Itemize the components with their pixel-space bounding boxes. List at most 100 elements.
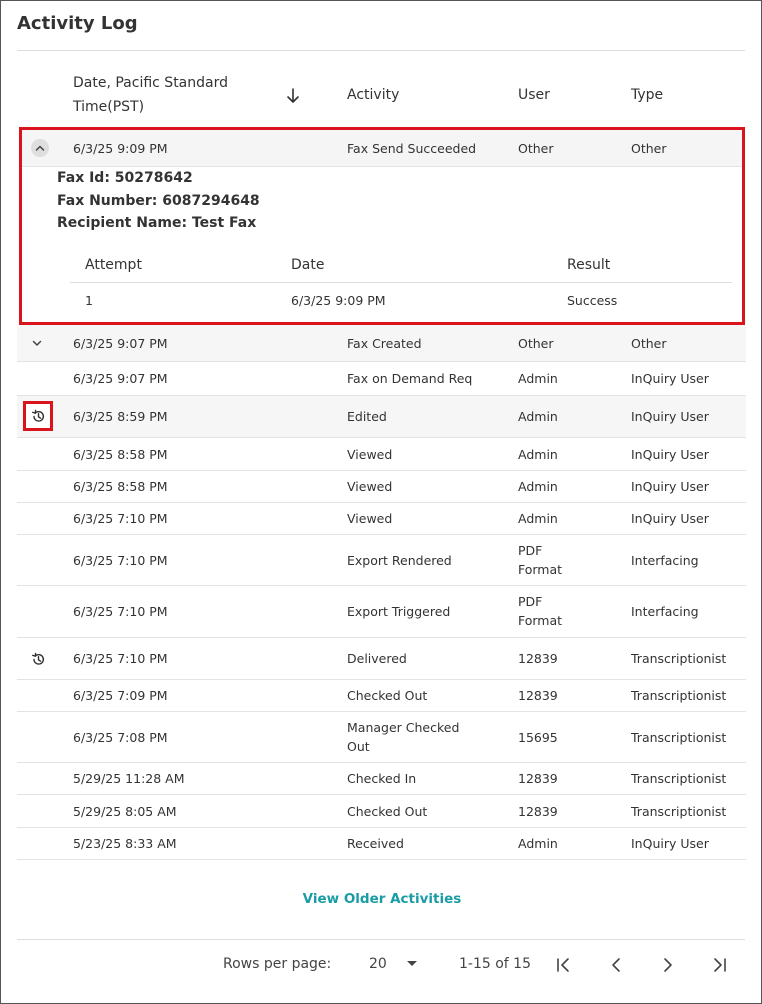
row-activity-line2: Out [347,738,370,754]
row-user: PDF [518,594,543,609]
chevron-down-icon[interactable] [31,337,43,349]
row-date: 6/3/25 8:59 PM [73,409,168,424]
dropdown-arrow-icon[interactable] [405,959,419,969]
activity-log-panel: Activity Log Date, Pacific Standard Time… [0,0,762,1004]
row-date: 6/3/25 7:10 PM [73,651,168,666]
rows-per-page-label: Rows per page: [223,956,332,972]
row-user: 12839 [518,651,558,666]
row-user: Admin [518,836,558,851]
sub-row-attempt: 1 [85,293,93,308]
page-range: 1-15 of 15 [459,956,531,972]
expanded-activity: Fax Send Succeeded [347,141,477,156]
row-type: Interfacing [631,552,699,568]
row-type: InQuiry User [631,371,709,386]
column-header-type[interactable]: Type [631,87,663,103]
row-type: InQuiry User [631,446,709,462]
row-type: Interfacing [631,604,699,619]
title-divider [17,50,745,51]
row-date: 5/29/25 8:05 AM [73,803,177,819]
row-date: 5/29/25 11:28 AM [73,771,185,786]
row-type: InQuiry User [631,511,709,526]
row-activity: Manager Checked [347,719,460,735]
row-type: Other [631,335,667,351]
expanded-type: Other [631,141,667,156]
row-type: Transcriptionist [631,729,727,745]
fax-number: Fax Number: 6087294648 [57,193,260,209]
row-date: 6/3/25 9:07 PM [73,371,168,386]
row-activity: Checked In [347,771,417,786]
fax-id: Fax Id: 50278642 [57,170,193,186]
expanded-user: Other [518,141,554,156]
view-older-activities-link[interactable]: View Older Activities [1,891,762,907]
expanded-row: 6/3/25 9:09 PM Fax Send Succeeded Other … [19,127,745,325]
row-type: Transcriptionist [631,688,727,703]
table-row[interactable]: 6/3/25 8:59 PM Edited Admin InQuiry User [17,396,746,438]
table-row[interactable]: 6/3/25 7:10 PM Viewed Admin InQuiry User [17,503,746,535]
row-user: 12839 [518,803,558,819]
table-row[interactable]: 6/3/25 7:09 PM Checked Out 12839 Transcript… [17,680,746,712]
footer-divider [17,939,745,940]
row-date: 6/3/25 7:10 PM [73,511,168,526]
row-activity: Viewed [347,511,393,526]
row-date: 6/3/25 7:09 PM [73,688,168,703]
table-row[interactable]: 6/3/25 7:10 PM Delivered 12839 Transcriptio… [17,638,746,680]
table-row[interactable]: 6/3/25 7:10 PM Export Rendered PDF Format In… [17,535,746,586]
row-user: Other [518,335,554,351]
first-page-icon[interactable] [555,957,573,973]
row-user: 15695 [518,729,558,745]
chevron-up-icon[interactable] [31,139,49,157]
column-header-user[interactable]: User [518,87,550,103]
row-date: 6/3/25 8:58 PM [73,446,168,462]
row-type: Transcriptionist [631,651,727,666]
table-row[interactable]: 5/23/25 8:33 AM Received Admin InQuiry User [17,828,746,860]
history-icon[interactable] [31,652,46,667]
row-activity: Export Triggered [347,604,451,619]
row-user: Admin [518,371,558,386]
row-activity: Received [347,836,404,851]
expanded-date: 6/3/25 9:09 PM [73,141,168,156]
table-row[interactable]: 6/3/25 9:07 PM Fax Created Other Other [17,325,746,362]
sub-row-date: 6/3/25 9:09 PM [291,293,386,308]
row-activity: Fax on Demand Req [347,371,473,386]
expanded-row-header[interactable]: 6/3/25 9:09 PM Fax Send Succeeded Other … [22,130,742,167]
sort-desc-icon[interactable] [285,87,301,105]
sub-row-result: Success [567,293,618,308]
table-row[interactable]: 6/3/25 8:58 PM Viewed Admin InQuiry User [17,471,746,503]
row-activity: Viewed [347,479,393,494]
row-user: Admin [518,409,558,424]
table-row[interactable]: 6/3/25 7:08 PM Manager Checked Out 15695 Tra… [17,712,746,763]
row-user: 12839 [518,771,558,786]
next-page-icon[interactable] [660,957,676,973]
row-type: InQuiry User [631,409,709,424]
table-row[interactable]: 6/3/25 9:07 PM Fax on Demand Req Admin InQu… [17,362,746,396]
rows-per-page-value[interactable]: 20 [369,956,387,972]
table-row[interactable]: 6/3/25 7:10 PM Export Triggered PDF Format I… [17,586,746,638]
sub-column-result: Result [567,257,611,273]
last-page-icon[interactable] [710,957,728,973]
history-icon-highlight[interactable] [23,401,53,431]
row-type: InQuiry User [631,479,709,494]
row-activity: Checked Out [347,688,428,703]
previous-page-icon[interactable] [608,957,624,973]
page-title: Activity Log [17,13,138,34]
row-date: 6/3/25 7:10 PM [73,552,168,568]
row-activity: Delivered [347,651,407,666]
column-header-date-line2[interactable]: Time(PST) [73,99,144,115]
rows-per-page-select[interactable]: 20 [369,956,387,972]
row-user: 12839 [518,688,558,703]
column-header-date[interactable]: Date, Pacific Standard [73,75,228,91]
history-icon[interactable] [31,409,46,424]
row-date: 6/3/25 9:07 PM [73,335,168,351]
row-type: Transcriptionist [631,771,727,786]
row-user-line2: Format [518,561,563,577]
table-row[interactable]: 5/29/25 11:28 AM Checked In 12839 Transcrip… [17,763,746,795]
sub-column-date: Date [291,257,325,273]
sub-column-attempt: Attempt [85,257,142,273]
row-type: Transcriptionist [631,803,727,819]
table-row[interactable]: 6/3/25 8:58 PM Viewed Admin InQuiry User [17,438,746,471]
table-row[interactable]: 5/29/25 8:05 AM Checked Out 12839 Transcrip… [17,795,746,828]
row-type: InQuiry User [631,836,709,851]
row-date: 5/23/25 8:33 AM [73,836,177,851]
row-user: PDF [518,542,543,558]
column-header-activity[interactable]: Activity [347,87,399,103]
